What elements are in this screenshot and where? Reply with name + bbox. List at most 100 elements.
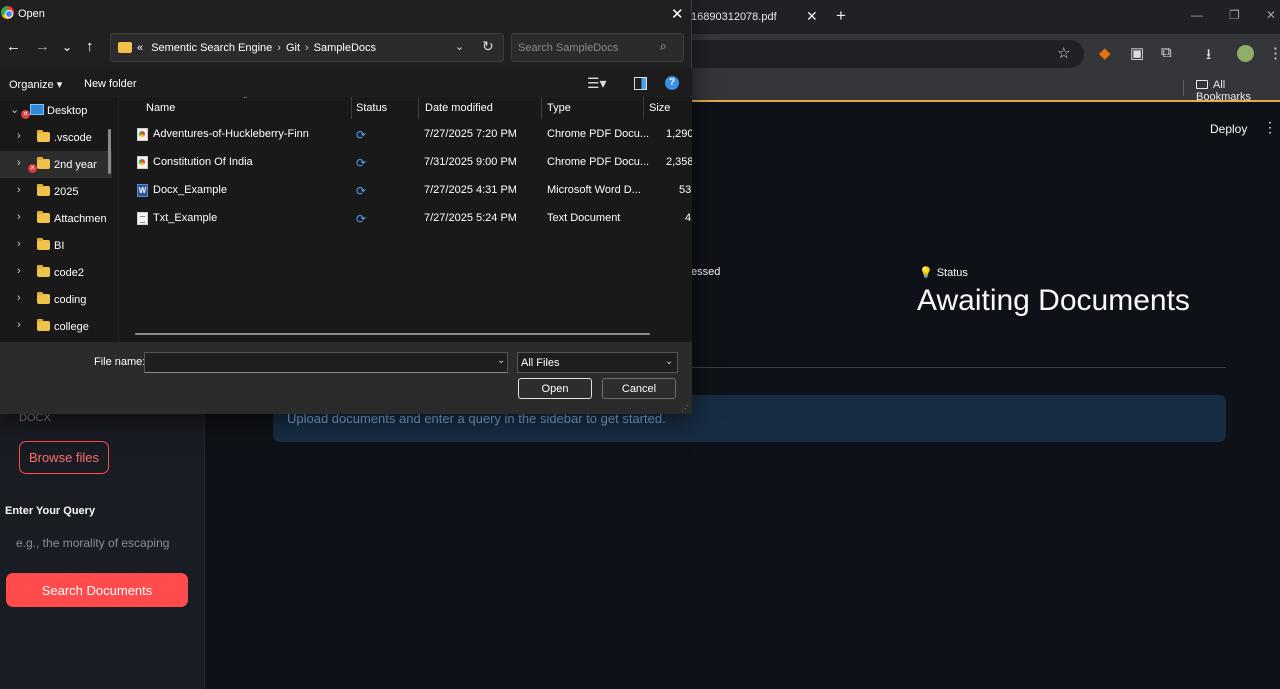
help-icon[interactable]: ? [665, 76, 679, 90]
chevron-right-icon[interactable]: › [17, 157, 21, 169]
deploy-button[interactable]: Deploy [1210, 122, 1247, 136]
preview-pane-icon[interactable] [634, 77, 647, 90]
chevron-down-icon[interactable]: ⌄ [455, 40, 464, 53]
chevron-down-icon[interactable]: ⌄ [10, 103, 19, 116]
file-size: 1,290 [666, 128, 692, 140]
file-size: 53 [679, 184, 692, 196]
organize-menu[interactable]: Organize ▾ [9, 78, 62, 91]
tab-close-icon[interactable]: ✕ [806, 8, 818, 25]
breadcrumb-item[interactable]: SampleDocs [314, 42, 376, 54]
nav-item-label: 2nd year [54, 159, 97, 171]
minimize-icon[interactable]: — [1191, 8, 1203, 22]
breadcrumb-item[interactable]: Sementic Search Engine [151, 42, 272, 54]
restore-icon[interactable]: ❐ [1229, 8, 1240, 22]
search-documents-button[interactable]: Search Documents [6, 573, 188, 607]
file-row[interactable]: Adventures-of-Huckleberry-Finn ⟳ 7/27/20… [119, 122, 692, 150]
file-name: Docx_Example [153, 184, 227, 196]
file-type: Text Document [547, 212, 621, 224]
new-tab-button[interactable]: + [836, 6, 846, 26]
tab-groups-icon[interactable]: ▣ [1130, 44, 1144, 62]
bookmark-star-icon[interactable]: ☆ [1057, 44, 1070, 62]
column-divider[interactable] [643, 97, 644, 119]
cancel-button[interactable]: Cancel [602, 378, 676, 399]
resize-grip-icon[interactable]: ⋰ [681, 404, 689, 413]
nav-item-label: coding [54, 294, 87, 306]
search-icon[interactable]: ⌕ [660, 39, 667, 54]
nav-item-2025[interactable]: › 2025 [0, 178, 112, 205]
breadcrumb: « Sementic Search Engine › Git › SampleDocs [137, 42, 376, 54]
nav-item-college[interactable]: › college [0, 313, 112, 340]
file-name: Constitution Of India [153, 156, 253, 168]
recent-locations-icon[interactable]: ⌄ [62, 40, 72, 54]
browser-menu-icon[interactable]: ⋮ [1268, 44, 1280, 62]
breadcrumb-overflow[interactable]: « [137, 42, 143, 54]
up-arrow-icon[interactable]: ↑ [86, 38, 94, 55]
chevron-right-icon[interactable]: › [17, 265, 21, 277]
nav-item-label: .vscode [54, 132, 92, 144]
all-bookmarks-link[interactable]: All Bookmarks [1196, 79, 1280, 103]
file-row[interactable]: W Docx_Example ⟳ 7/27/2025 4:31 PM Micro… [119, 178, 692, 206]
sort-ascending-icon: ⌃ [242, 97, 249, 104]
file-size: 2,358 [666, 156, 692, 168]
chevron-right-icon[interactable]: › [17, 319, 21, 331]
chevron-right-icon[interactable]: › [17, 184, 21, 196]
file-list: ⌃ Name Status Date modified Type Size Ad… [119, 97, 692, 342]
window-close-icon[interactable]: ✕ [1266, 8, 1276, 22]
nav-scrollbar[interactable] [108, 129, 111, 174]
nav-item-vscode[interactable]: › .vscode [0, 124, 112, 151]
chevron-right-icon[interactable]: › [17, 211, 21, 223]
extension-fox-icon[interactable]: ◆ [1099, 44, 1111, 62]
nav-item-attachments[interactable]: › Attachmen [0, 205, 112, 232]
pdf-file-icon [137, 128, 148, 141]
file-date: 7/31/2025 9:00 PM [424, 156, 517, 168]
chevron-down-icon[interactable]: ⌄ [497, 355, 505, 366]
nav-item-label: 2025 [54, 186, 79, 198]
column-header-status[interactable]: Status [356, 102, 387, 114]
column-header-name[interactable]: Name [146, 102, 175, 114]
nav-item-label: code2 [54, 267, 84, 279]
column-divider[interactable] [351, 97, 352, 119]
refresh-icon[interactable]: ↻ [482, 38, 494, 55]
folder-icon [1196, 80, 1208, 89]
profile-avatar[interactable] [1237, 45, 1254, 62]
file-type-select[interactable]: All Files ⌄ [517, 352, 678, 373]
downloads-icon[interactable]: ⭳ [1206, 44, 1211, 69]
column-header-type[interactable]: Type [547, 102, 571, 114]
column-divider[interactable] [418, 97, 419, 119]
column-divider[interactable] [541, 97, 542, 119]
back-arrow-icon[interactable]: ← [6, 38, 21, 55]
query-input[interactable] [5, 528, 188, 558]
breadcrumb-item[interactable]: Git [286, 42, 300, 54]
nav-item-coding[interactable]: › coding [0, 286, 112, 313]
search-input[interactable] [518, 40, 653, 56]
extensions-puzzle-icon[interactable]: ⧉ [1161, 44, 1172, 61]
column-header-date[interactable]: Date modified [425, 102, 493, 114]
file-row[interactable]: Txt_Example ⟳ 7/27/2025 5:24 PM Text Doc… [119, 206, 692, 234]
status-metric-value: Awaiting Documents [917, 284, 1190, 317]
chevron-right-icon[interactable]: › [17, 292, 21, 304]
nav-item-code2[interactable]: › code2 [0, 259, 112, 286]
new-folder-button[interactable]: New folder [84, 78, 137, 90]
horizontal-scrollbar[interactable] [135, 333, 650, 335]
view-options-icon[interactable]: ☰▾ [587, 75, 607, 92]
app-menu-icon[interactable]: ⋮ [1263, 119, 1277, 136]
chrome-logo-icon [1, 6, 14, 19]
file-type: Chrome PDF Docu... [547, 156, 650, 168]
file-row[interactable]: Constitution Of India ⟳ 7/31/2025 9:00 P… [119, 150, 692, 178]
nav-item-bi[interactable]: › BI [0, 232, 112, 259]
divider [690, 367, 1226, 368]
browse-files-button[interactable]: Browse files [19, 441, 109, 474]
dialog-address-bar[interactable]: « Sementic Search Engine › Git › SampleDocs … [110, 33, 504, 62]
file-name-input[interactable] [144, 352, 508, 373]
column-header-size[interactable]: Size [649, 102, 670, 114]
nav-item-2nd-year[interactable]: › ✕ 2nd year [0, 151, 112, 178]
nav-item-desktop[interactable]: ⌄ ✕ Desktop [0, 97, 112, 124]
sync-error-icon: ✕ [28, 164, 37, 173]
forward-arrow-icon[interactable]: → [35, 38, 50, 55]
open-button[interactable]: Open [518, 378, 592, 399]
dialog-close-icon[interactable]: ✕ [671, 5, 684, 23]
chevron-right-icon[interactable]: › [17, 238, 21, 250]
chevron-right-icon[interactable]: › [17, 130, 21, 142]
browser-tab-title[interactable]: 16890312078.pdf [691, 11, 777, 23]
desktop-icon [30, 104, 44, 115]
